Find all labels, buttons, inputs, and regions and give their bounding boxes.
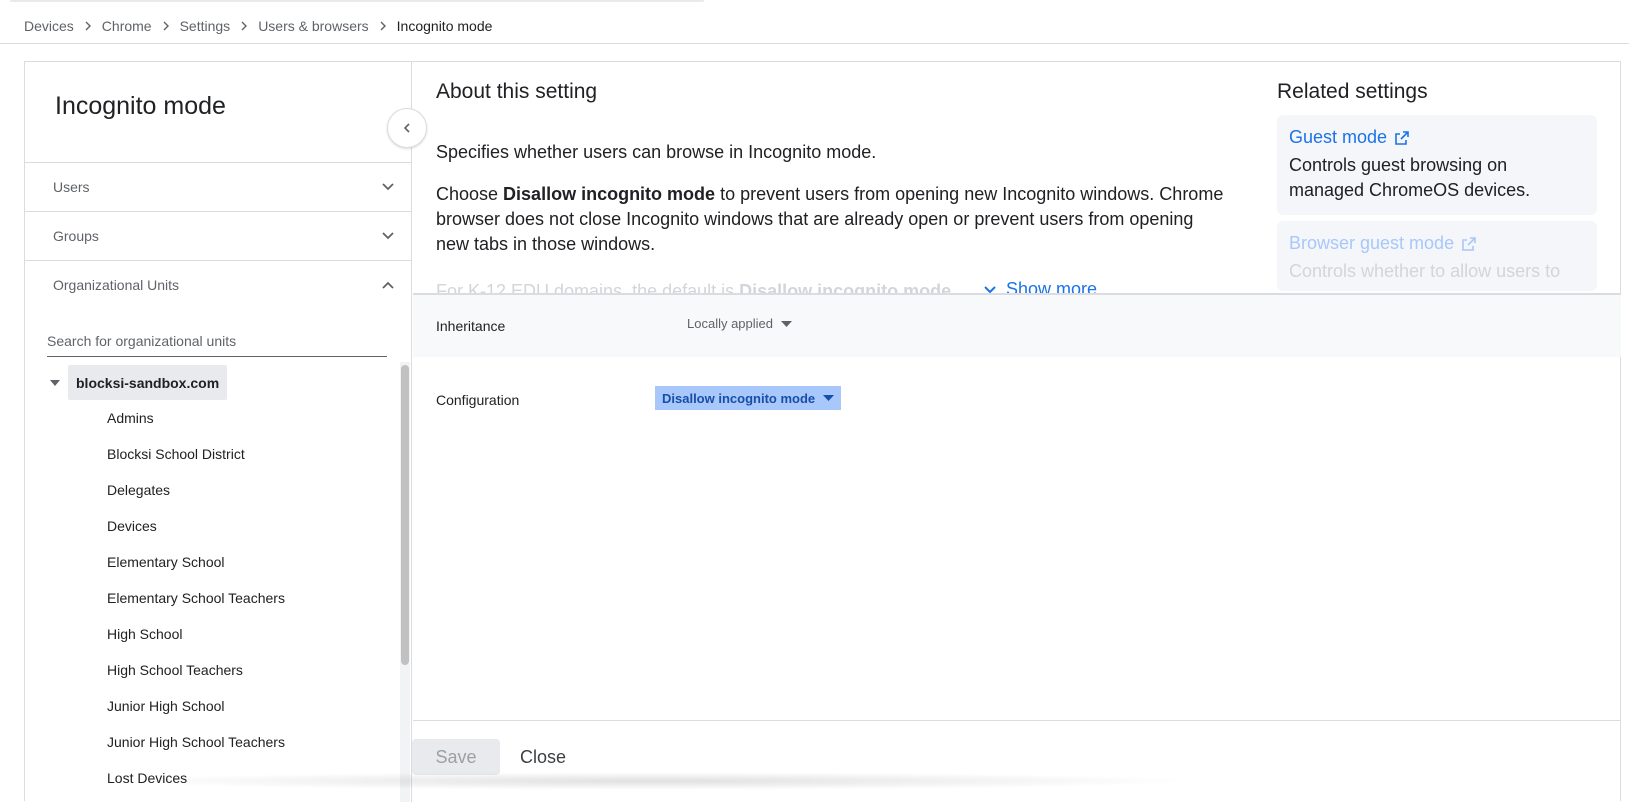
accordion-org-units[interactable]: Organizational Units: [25, 260, 411, 309]
related-settings: Related settings Guest mode Controls gue…: [1277, 80, 1597, 291]
scrollbar-thumb[interactable]: [401, 365, 409, 665]
configuration-label: Configuration: [436, 392, 520, 408]
chevron-right-icon: [162, 21, 170, 31]
chevron-right-icon: [84, 21, 92, 31]
org-unit-item[interactable]: Devices: [107, 508, 397, 544]
related-card-guest-mode: Guest mode Controls guest browsing on ma…: [1277, 115, 1597, 215]
chevron-up-icon: [382, 281, 394, 289]
chevron-left-icon: [403, 123, 410, 133]
top-progress-line: [10, 0, 704, 2]
chevron-down-icon: [382, 183, 394, 191]
org-unit-item[interactable]: High School Teachers: [107, 652, 397, 688]
close-button[interactable]: Close: [512, 739, 574, 775]
about-details-text: Choose: [436, 184, 504, 204]
tree-root-label[interactable]: blocksi-sandbox.com: [68, 365, 228, 400]
org-unit-item[interactable]: Junior High School: [107, 688, 397, 724]
breadcrumb-users-browsers[interactable]: Users & browsers: [258, 18, 368, 34]
caret-down-icon: [781, 320, 793, 327]
breadcrumb-devices[interactable]: Devices: [24, 18, 74, 34]
header-divider: [0, 43, 1629, 44]
open-in-new-icon: [1395, 130, 1409, 145]
configuration-value: Disallow incognito mode: [662, 390, 816, 406]
org-unit-search: [47, 327, 387, 357]
breadcrumb: Devices Chrome Settings Users & browsers…: [24, 16, 492, 36]
org-unit-item[interactable]: High School: [107, 616, 397, 652]
related-link-label: Guest mode: [1289, 127, 1388, 147]
org-unit-search-input[interactable]: [47, 333, 387, 349]
settings-card: Incognito mode Users Groups Organization…: [24, 61, 1621, 802]
chevron-right-icon: [240, 21, 248, 31]
accordion-groups[interactable]: Groups: [25, 211, 411, 260]
save-button[interactable]: Save: [412, 739, 500, 775]
related-link-label: Browser guest mode: [1289, 233, 1455, 253]
org-unit-item[interactable]: Delegates: [107, 472, 397, 508]
org-unit-item[interactable]: Junior High School Teachers: [107, 724, 397, 760]
chevron-down-icon: [382, 232, 394, 240]
caret-down-icon[interactable]: [45, 373, 65, 393]
org-unit-list: Admins Blocksi School District Delegates…: [107, 400, 397, 796]
related-heading: Related settings: [1277, 80, 1428, 103]
related-link-browser-guest-mode[interactable]: Browser guest mode: [1289, 233, 1585, 254]
collapse-panel-button[interactable]: [387, 108, 427, 148]
inheritance-dropdown[interactable]: Locally applied: [687, 316, 793, 331]
caret-down-icon: [823, 395, 835, 401]
inheritance-row: Inheritance Locally applied: [413, 295, 1621, 357]
org-unit-panel: Incognito mode Users Groups Organization…: [25, 62, 412, 802]
footer-divider: [413, 720, 1621, 721]
about-heading: About this setting: [436, 80, 598, 103]
about-section: About this setting Specifies whether use…: [436, 80, 1226, 301]
panel-title: Incognito mode: [55, 92, 226, 120]
related-link-guest-mode[interactable]: Guest mode: [1289, 127, 1585, 148]
accordion-groups-label: Groups: [53, 228, 99, 244]
inheritance-value: Locally applied: [687, 316, 774, 331]
org-unit-item[interactable]: Admins: [107, 400, 397, 436]
breadcrumb-chrome[interactable]: Chrome: [102, 18, 152, 34]
org-unit-item[interactable]: Blocksi School District: [107, 436, 397, 472]
org-unit-item[interactable]: Elementary School: [107, 544, 397, 580]
related-card-browser-guest-mode: Browser guest mode Controls whether to a…: [1277, 221, 1597, 291]
accordion-users[interactable]: Users: [25, 162, 411, 211]
about-details: Choose Disallow incognito mode to preven…: [436, 182, 1226, 257]
accordion-users-label: Users: [53, 179, 90, 195]
bottom-shadow: [100, 772, 1200, 790]
configuration-dropdown[interactable]: Disallow incognito mode: [655, 386, 842, 410]
breadcrumb-current: Incognito mode: [396, 18, 493, 34]
org-unit-item[interactable]: Elementary School Teachers: [107, 580, 397, 616]
breadcrumb-settings[interactable]: Settings: [180, 18, 231, 34]
open-in-new-icon: [1462, 236, 1476, 251]
related-desc: Controls whether to allow users to: [1289, 261, 1561, 281]
about-description: Specifies whether users can browse in In…: [436, 142, 877, 162]
related-desc: Controls guest browsing on managed Chrom…: [1289, 155, 1531, 200]
about-details-bold: Disallow incognito mode: [503, 184, 716, 204]
tree-root: blocksi-sandbox.com: [45, 365, 228, 400]
inheritance-label: Inheritance: [436, 318, 506, 334]
chevron-right-icon: [379, 21, 387, 31]
accordion-org-units-label: Organizational Units: [53, 277, 180, 293]
